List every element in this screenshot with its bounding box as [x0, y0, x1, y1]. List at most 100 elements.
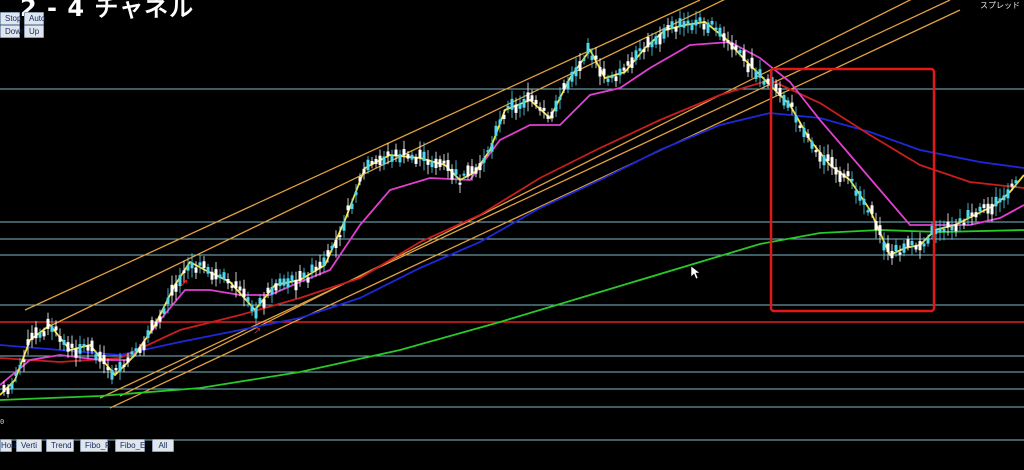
candle-body: [202, 261, 206, 269]
candle-body: [698, 17, 702, 22]
candle-body: [410, 154, 414, 160]
fibo-retracement-button[interactable]: Fibo_R: [80, 439, 111, 452]
candle-body: [550, 111, 554, 119]
candle-body: [898, 252, 902, 255]
candle-body: [478, 163, 482, 171]
candle-body: [38, 332, 42, 338]
candle-body: [462, 173, 466, 176]
candle-body: [742, 50, 746, 61]
candle-body: [982, 204, 986, 208]
auto-button[interactable]: Auto: [24, 12, 45, 25]
candle-body: [894, 244, 898, 252]
candle-body: [566, 80, 570, 89]
vertical-line-button[interactable]: Verti: [16, 439, 42, 452]
candle-body: [474, 167, 478, 174]
candle-body: [270, 287, 274, 295]
candle-body: [430, 161, 434, 168]
candle-body: [278, 278, 282, 287]
candle-body: [942, 229, 946, 233]
candle-body: [602, 68, 606, 76]
candle-body: [310, 264, 314, 273]
candle-body: [86, 345, 90, 351]
candle-body: [486, 150, 490, 153]
candle-body: [438, 159, 442, 167]
candle-body: [30, 332, 34, 340]
candle-body: [54, 326, 58, 331]
up-button[interactable]: Up: [24, 25, 44, 38]
candle-body: [762, 80, 766, 85]
candle-body: [638, 48, 642, 52]
highlight-box[interactable]: [769, 67, 936, 313]
channel-line[interactable]: [24, 0, 701, 311]
candle-body: [658, 33, 662, 45]
candle-body: [346, 205, 350, 211]
trend-line-button[interactable]: Trend: [46, 439, 74, 452]
candle-body: [82, 343, 86, 347]
candle-body: [26, 339, 30, 346]
candle-body: [738, 49, 742, 54]
candle-body: [614, 76, 618, 82]
slow-ma-red[interactable]: [0, 79, 1024, 363]
candle-body: [786, 100, 790, 108]
candle-body: [514, 104, 518, 113]
candle-body: [274, 283, 278, 291]
candle-body: [1006, 189, 1010, 199]
candle-body: [470, 166, 474, 174]
candle-body: [990, 203, 994, 215]
candle-body: [494, 125, 498, 136]
candle-body: [694, 19, 698, 26]
candle-body: [974, 212, 978, 218]
fast-ma-yellow[interactable]: [0, 21, 1024, 396]
down-button[interactable]: Down: [0, 25, 25, 38]
stop-button[interactable]: Stop: [0, 12, 21, 25]
candle-body: [290, 275, 294, 281]
candle-body: [398, 154, 402, 163]
candle-body: [498, 119, 502, 125]
channel-line[interactable]: [49, 0, 740, 327]
candle-body: [226, 279, 230, 284]
candle-body: [354, 191, 358, 196]
candle-body: [454, 169, 458, 175]
price-chart[interactable]: ↗ ↗: [0, 0, 1024, 470]
candle-body: [722, 33, 726, 41]
candle-body: [902, 243, 906, 253]
channel-line[interactable]: [119, 0, 920, 397]
candle-body: [818, 152, 822, 162]
candle-body: [850, 178, 854, 182]
candle-body: [594, 55, 598, 60]
candle-body: [434, 158, 438, 168]
candle-body: [838, 171, 842, 182]
candle-body: [542, 107, 546, 111]
candle-body: [870, 205, 874, 215]
candle-body: [618, 68, 622, 76]
candle-body: [502, 114, 506, 120]
candle-body: [298, 270, 302, 281]
candle-body: [890, 250, 894, 259]
candle-body: [322, 257, 326, 266]
candle-body: [130, 351, 134, 355]
candle-body: [366, 159, 370, 171]
candle-body: [706, 22, 710, 33]
candle-body: [690, 23, 694, 31]
candle-body: [510, 98, 514, 110]
candle-body: [702, 23, 706, 30]
horizontal-line-button[interactable]: Hoiz: [0, 439, 17, 452]
candle-body: [842, 173, 846, 178]
candle-body: [962, 222, 966, 225]
candle-body: [114, 368, 118, 371]
candle-body: [682, 21, 686, 28]
candle-body: [446, 160, 450, 171]
candle-body: [994, 196, 998, 207]
channel-line[interactable]: [99, 0, 951, 399]
candle-body: [138, 347, 142, 353]
candle-body: [158, 316, 162, 322]
candle-body: [794, 116, 798, 123]
candle-body: [190, 262, 194, 269]
candle-body: [986, 203, 990, 214]
candle-body: [218, 274, 222, 279]
candle-body: [374, 158, 378, 164]
candle-body: [526, 92, 530, 102]
candle-body: [1014, 180, 1018, 184]
all-button[interactable]: All: [152, 439, 174, 452]
fibo-expansion-button[interactable]: Fibo_E: [115, 439, 145, 452]
